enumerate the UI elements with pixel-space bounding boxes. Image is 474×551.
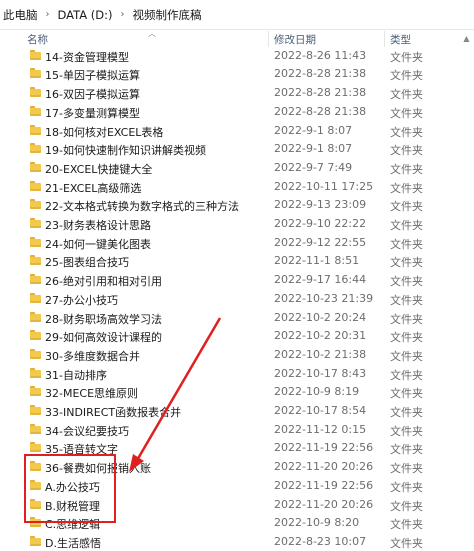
annotation-arrow-icon [129, 317, 222, 472]
